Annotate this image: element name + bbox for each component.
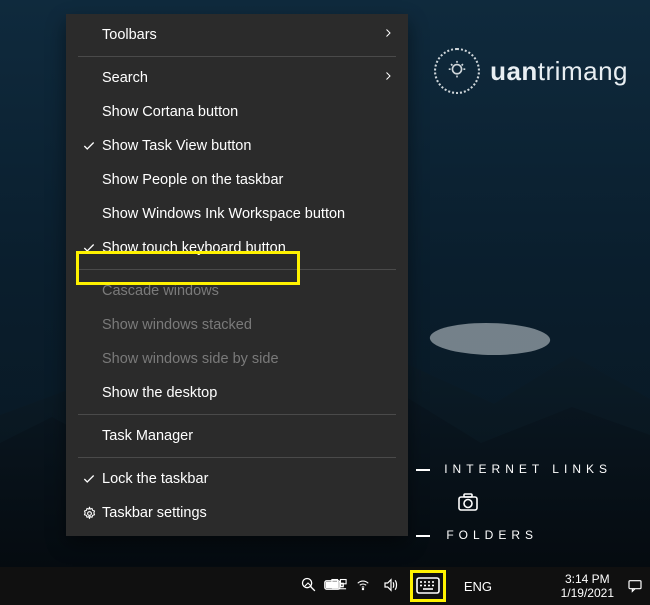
menu-show-cortana[interactable]: Show Cortana button [66, 95, 408, 129]
desktop-background: uantrimang Toolbars Search Show Cortana … [0, 0, 650, 605]
watermark-text: uantrimang [490, 56, 628, 87]
menu-taskbar-settings[interactable]: Taskbar settings [66, 496, 408, 530]
menu-show-task-view[interactable]: Show Task View button [66, 129, 408, 163]
menu-separator [78, 414, 396, 415]
menu-show-desktop[interactable]: Show the desktop [66, 376, 408, 410]
menu-label: Task Manager [102, 428, 394, 444]
touch-keyboard-tray-button[interactable] [410, 570, 446, 602]
action-center-button[interactable] [626, 567, 644, 605]
notification-icon [626, 578, 644, 594]
menu-cascade-windows: Cascade windows [66, 274, 408, 308]
taskbar[interactable]: ENG 3:14 PM 1/19/2021 [0, 567, 650, 605]
menu-label: Cascade windows [102, 283, 394, 299]
wifi-icon[interactable] [354, 578, 372, 595]
menu-label: Show Cortana button [102, 104, 394, 120]
menu-separator [78, 56, 396, 57]
menu-label: Toolbars [102, 27, 382, 43]
desktop-category-label: FOLDERS [446, 528, 538, 542]
desktop-bullet [416, 469, 430, 471]
language-indicator[interactable]: ENG [464, 579, 492, 594]
chevron-right-icon [382, 70, 394, 86]
menu-show-people[interactable]: Show People on the taskbar [66, 163, 408, 197]
menu-lock-taskbar[interactable]: Lock the taskbar [66, 462, 408, 496]
menu-task-manager[interactable]: Task Manager [66, 419, 408, 453]
menu-label: Search [102, 70, 382, 86]
menu-toolbars[interactable]: Toolbars [66, 18, 408, 52]
battery-icon[interactable] [324, 578, 344, 595]
menu-label: Lock the taskbar [102, 471, 394, 487]
wallpaper-snow [426, 323, 554, 355]
system-tray: ENG [302, 567, 492, 605]
lightbulb-icon [434, 48, 480, 94]
menu-label: Show touch keyboard button [102, 240, 394, 256]
gear-icon [78, 506, 100, 521]
menu-label: Show People on the taskbar [102, 172, 394, 188]
menu-label: Show Windows Ink Workspace button [102, 206, 394, 222]
desktop-bullet [416, 535, 430, 537]
menu-label: Show the desktop [102, 385, 394, 401]
menu-label: Show windows stacked [102, 317, 394, 333]
desktop-category-label: INTERNET LINKS [444, 462, 612, 476]
menu-label: Show Task View button [102, 138, 394, 154]
check-icon [78, 241, 100, 255]
camera-icon[interactable] [456, 490, 480, 519]
taskbar-clock[interactable]: 3:14 PM 1/19/2021 [561, 567, 614, 605]
keyboard-icon [416, 577, 440, 595]
check-icon [78, 472, 100, 486]
check-icon [78, 139, 100, 153]
menu-search[interactable]: Search [66, 61, 408, 95]
watermark: uantrimang [434, 48, 628, 94]
chevron-up-icon[interactable] [302, 579, 314, 594]
clock-date: 1/19/2021 [561, 586, 614, 600]
menu-windows-side-by-side: Show windows side by side [66, 342, 408, 376]
volume-icon[interactable] [382, 577, 400, 596]
clock-time: 3:14 PM [565, 572, 610, 586]
menu-show-ink-workspace[interactable]: Show Windows Ink Workspace button [66, 197, 408, 231]
menu-windows-stacked: Show windows stacked [66, 308, 408, 342]
taskbar-context-menu: Toolbars Search Show Cortana button Show… [66, 14, 408, 536]
menu-separator [78, 457, 396, 458]
menu-show-touch-keyboard[interactable]: Show touch keyboard button [66, 231, 408, 265]
chevron-right-icon [382, 27, 394, 43]
menu-label: Taskbar settings [102, 505, 394, 521]
menu-separator [78, 269, 396, 270]
menu-label: Show windows side by side [102, 351, 394, 367]
